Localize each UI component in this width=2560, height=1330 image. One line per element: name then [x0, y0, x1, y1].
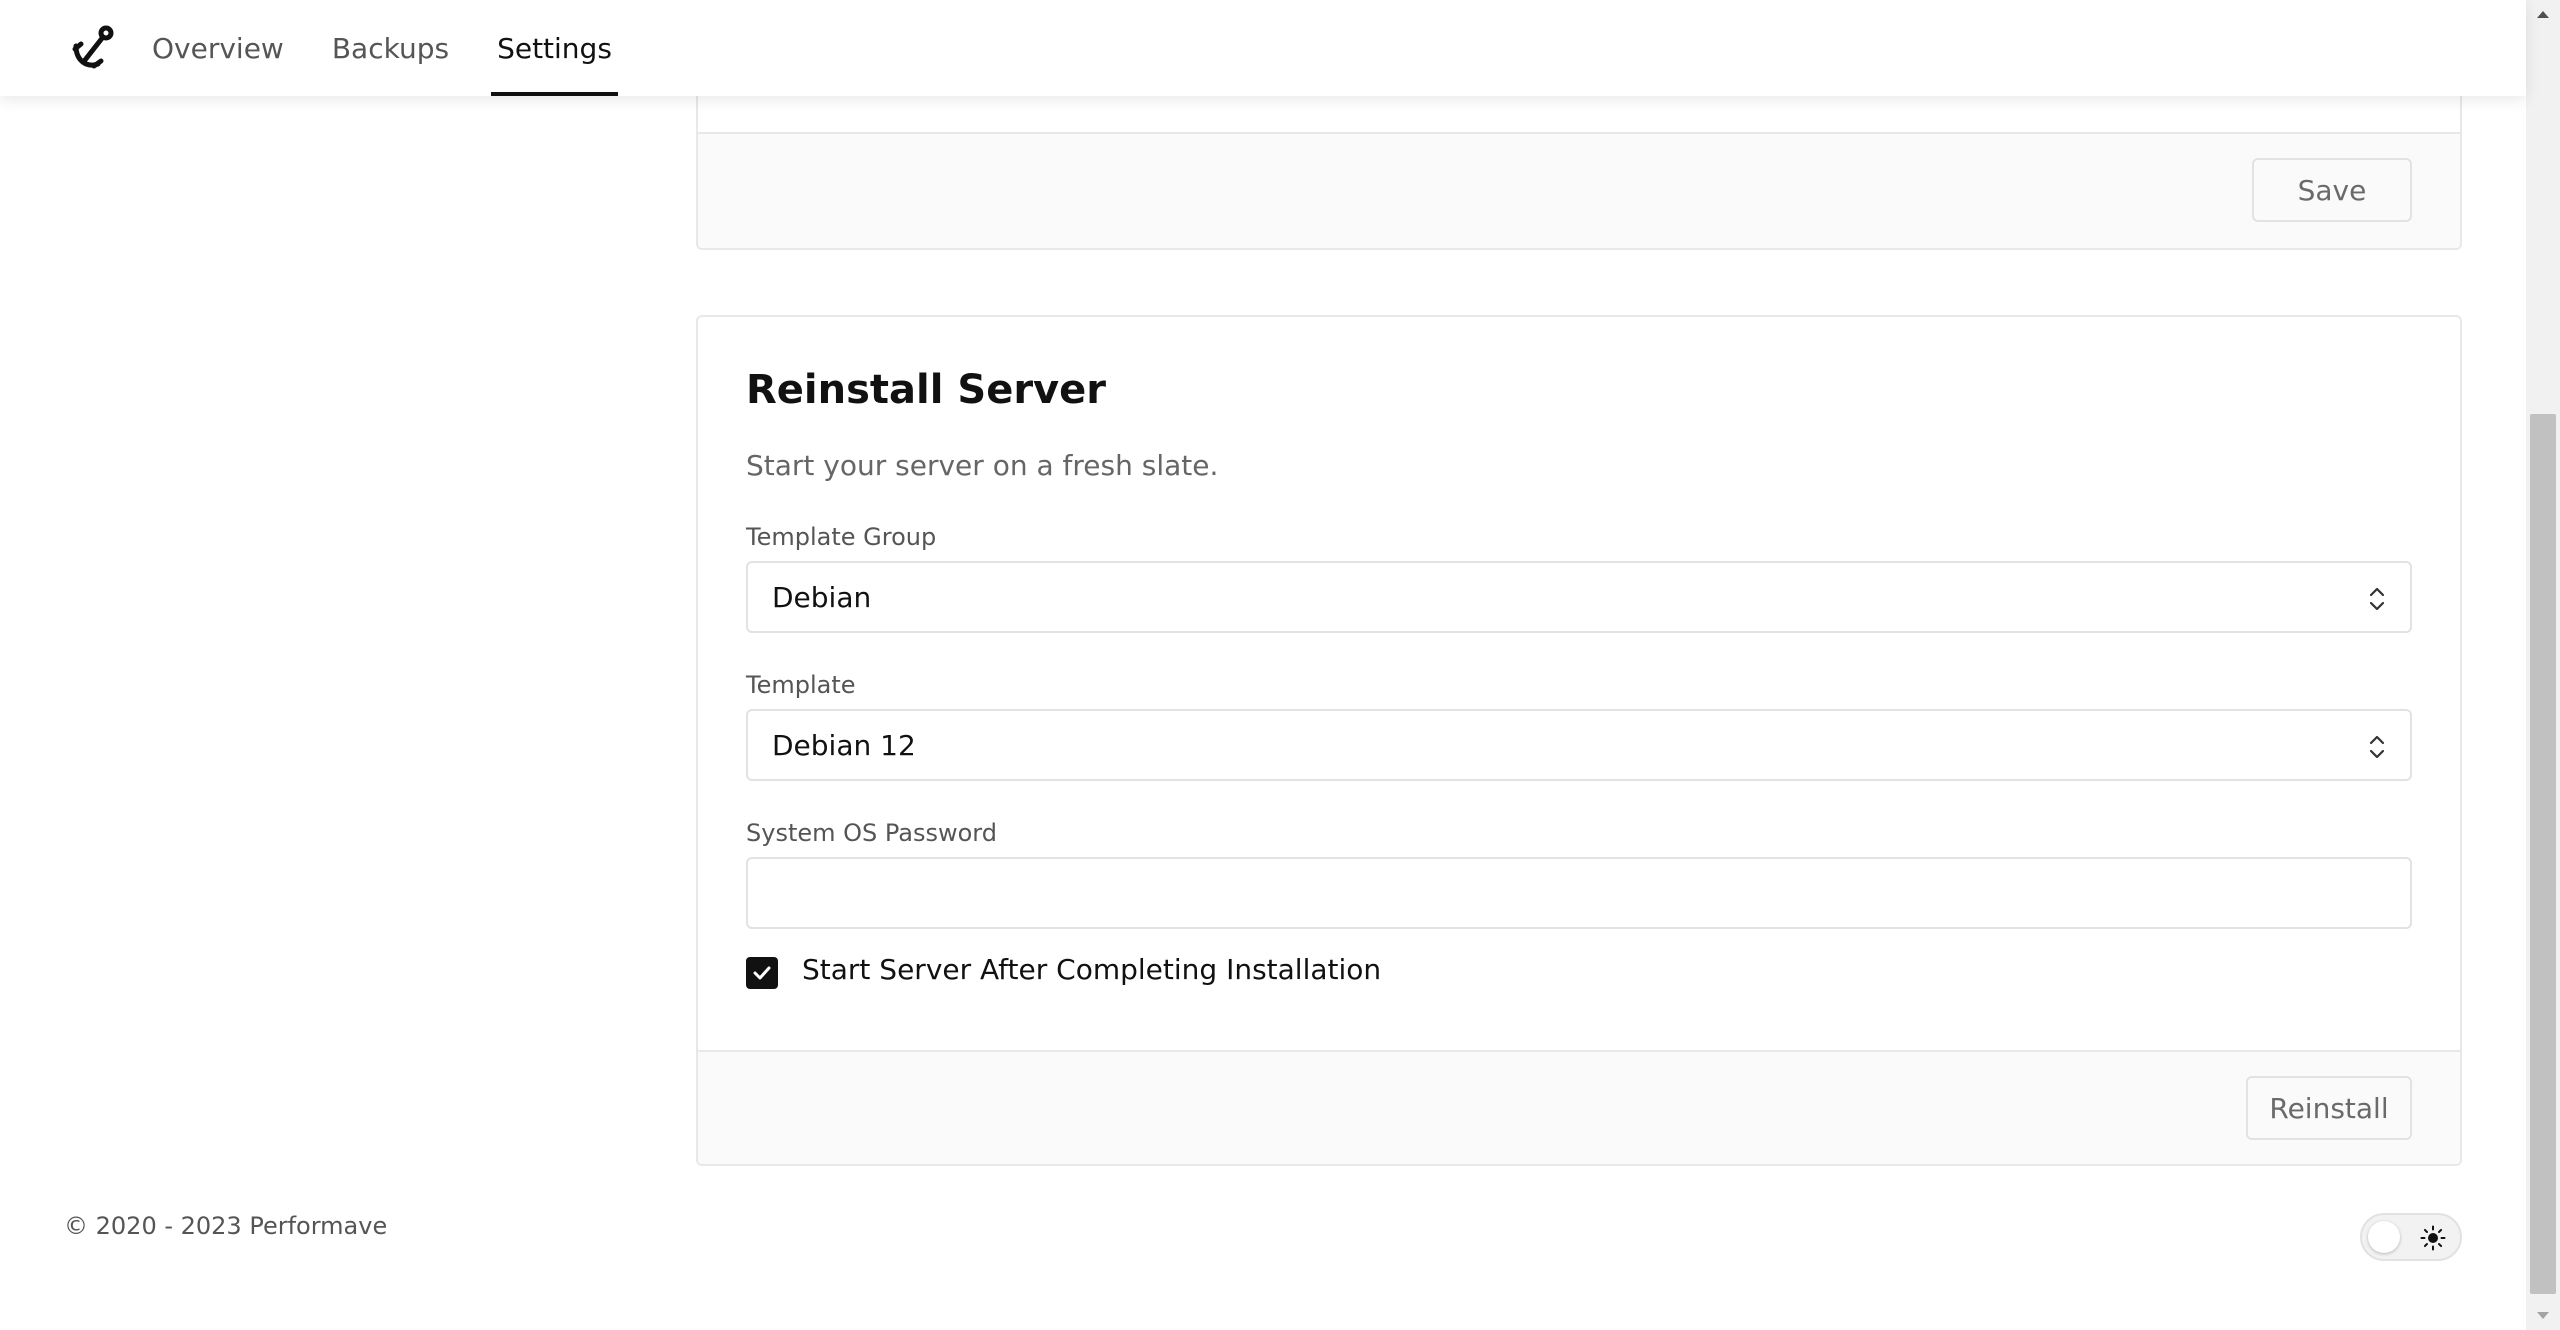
select-chevron-icon: [2369, 587, 2385, 611]
toggle-knob: [2368, 1221, 2400, 1253]
select-chevron-icon: [2369, 735, 2385, 759]
nav-tab-backups[interactable]: Backups: [332, 0, 449, 96]
template-group-label: Template Group: [746, 523, 937, 551]
password-label: System OS Password: [746, 819, 997, 847]
scroll-down-arrow-icon[interactable]: [2526, 1302, 2560, 1330]
copyright-text: © 2020 - 2023 Performave: [64, 1212, 388, 1240]
reinstall-card-footer: Reinstall: [698, 1050, 2460, 1164]
theme-toggle[interactable]: [2360, 1213, 2462, 1261]
checkmark-icon: [753, 966, 771, 980]
nav-tab-overview[interactable]: Overview: [152, 0, 284, 96]
anchor-logo-icon[interactable]: [72, 24, 116, 70]
template-group-select[interactable]: Debian: [746, 561, 2412, 633]
template-label: Template: [746, 671, 856, 699]
main-nav: Overview Backups Settings: [152, 0, 660, 96]
page-scrollbar[interactable]: [2526, 0, 2560, 1330]
reinstall-server-card: Reinstall Server Start your server on a …: [696, 315, 2462, 1166]
start-after-install-label[interactable]: Start Server After Completing Installati…: [802, 953, 1381, 986]
template-group-value: Debian: [772, 580, 872, 614]
nav-tab-settings[interactable]: Settings: [491, 0, 618, 96]
scroll-up-arrow-icon[interactable]: [2526, 0, 2560, 28]
template-select[interactable]: Debian 12: [746, 709, 2412, 781]
card-subtitle: Start your server on a fresh slate.: [746, 449, 1219, 482]
sun-icon: [2420, 1225, 2446, 1251]
page: Overview Backups Settings Save Reinstall…: [0, 0, 2560, 1330]
settings-card-footer: Save: [698, 132, 2460, 248]
template-value: Debian 12: [772, 728, 916, 762]
card-title: Reinstall Server: [746, 367, 1106, 413]
scrollbar-thumb[interactable]: [2530, 414, 2556, 1294]
top-navigation: Overview Backups Settings: [0, 0, 2526, 96]
reinstall-button[interactable]: Reinstall: [2246, 1076, 2412, 1140]
save-button[interactable]: Save: [2252, 158, 2412, 222]
password-input[interactable]: [746, 857, 2412, 929]
start-after-install-checkbox[interactable]: [746, 957, 778, 989]
